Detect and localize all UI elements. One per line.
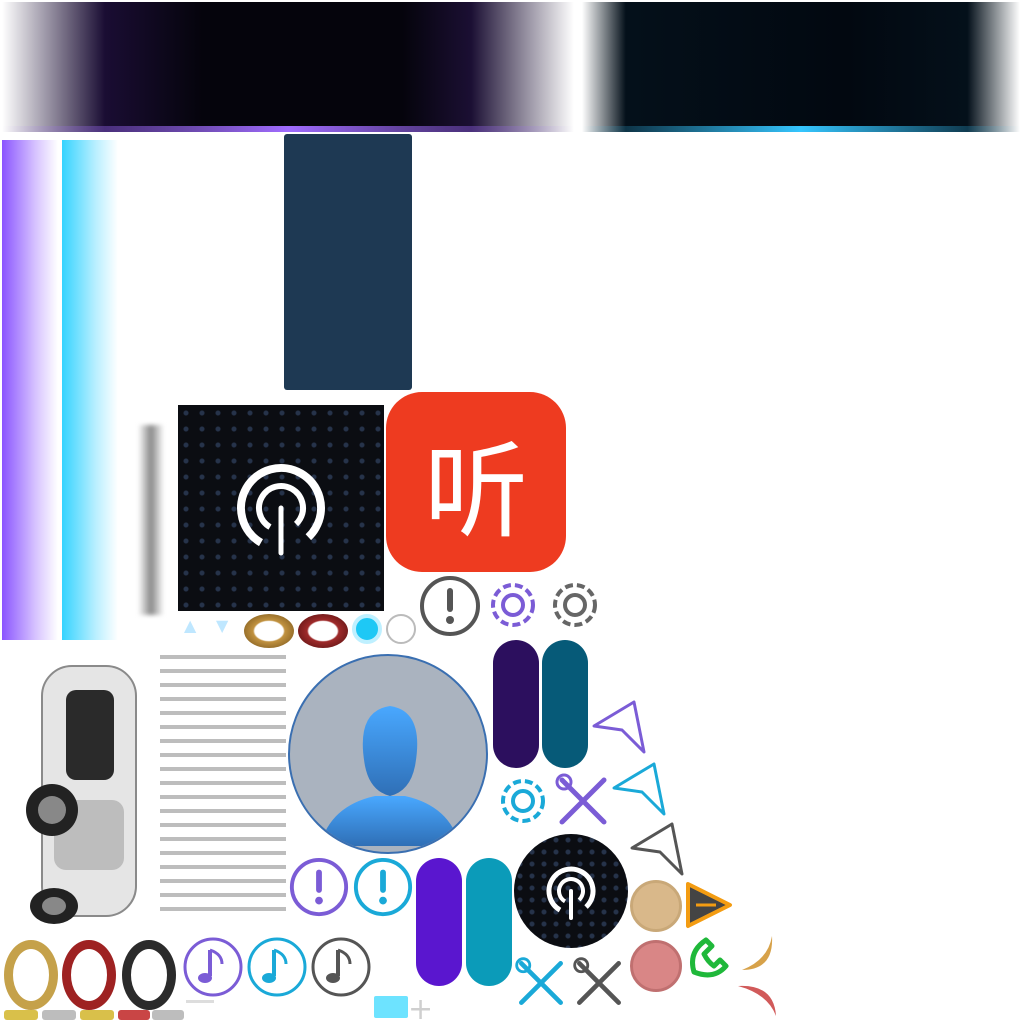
- settings-gear-icon: [501, 779, 545, 823]
- pill-violet: [416, 858, 462, 986]
- status-bar-gray: [152, 1010, 184, 1020]
- pill-cyan: [466, 858, 512, 986]
- exclamation-circle-icon: [353, 857, 413, 917]
- warning-triangle-icon: [686, 882, 732, 928]
- tools-wrench-icon: [515, 957, 563, 1005]
- exclamation-circle-icon: [289, 857, 349, 917]
- tire-gold-icon: [4, 940, 58, 1010]
- pill-dark-purple: [493, 640, 539, 768]
- tire-icon: [630, 940, 682, 992]
- send-arrow-icon: [612, 762, 666, 816]
- status-bar-gold: [80, 1010, 114, 1020]
- status-bar-red: [118, 1010, 150, 1020]
- red-ring-icon: [298, 614, 348, 648]
- ting-glyph: 听: [423, 430, 528, 553]
- tools-wrench-icon: [573, 957, 621, 1005]
- vertical-glow-purple: [2, 140, 58, 640]
- header-bar-cyan: [582, 2, 1020, 132]
- podcast-app-icon[interactable]: [178, 405, 384, 611]
- send-arrow-icon: [630, 822, 684, 876]
- car-image: [26, 665, 137, 924]
- radio-unselected-icon[interactable]: [386, 614, 416, 644]
- arrow-down-icon: ▼: [216, 616, 229, 635]
- plus-icon: +: [408, 992, 434, 1027]
- tire-icon: [630, 880, 682, 932]
- crescent-gold-icon: [742, 936, 773, 970]
- send-arrow-icon: [592, 700, 646, 754]
- radio-selected-icon[interactable]: [352, 614, 382, 644]
- settings-gear-icon: [553, 583, 597, 627]
- tire-black-icon: [122, 940, 176, 1010]
- status-bar-gray: [42, 1010, 76, 1020]
- music-note-icon: [247, 937, 307, 997]
- status-bar-gold: [4, 1010, 38, 1020]
- crescent-red-icon: [738, 985, 776, 1016]
- vertical-shadow-strip: [138, 425, 164, 615]
- tire-red-icon: [62, 940, 116, 1010]
- exclamation-circle-icon: [420, 576, 480, 636]
- divider-lines: [160, 655, 286, 925]
- cyan-chip: [374, 996, 408, 1018]
- gold-ring-icon: [244, 614, 294, 648]
- settings-gear-icon: [491, 583, 535, 627]
- vertical-glow-cyan: [62, 140, 118, 640]
- ting-app-icon[interactable]: 听: [386, 392, 566, 572]
- header-bar-purple: [2, 2, 574, 132]
- phone-icon: [690, 937, 729, 978]
- minus-icon: [186, 1000, 214, 1003]
- pill-teal: [542, 640, 588, 768]
- arrow-up-icon: ▲: [184, 616, 197, 635]
- music-note-icon: [183, 937, 243, 997]
- podcast-app-icon-round[interactable]: [514, 834, 628, 948]
- user-avatar-icon[interactable]: [288, 654, 488, 854]
- music-note-icon: [311, 937, 371, 997]
- navy-panel: [284, 134, 412, 390]
- tools-wrench-icon: [555, 773, 607, 825]
